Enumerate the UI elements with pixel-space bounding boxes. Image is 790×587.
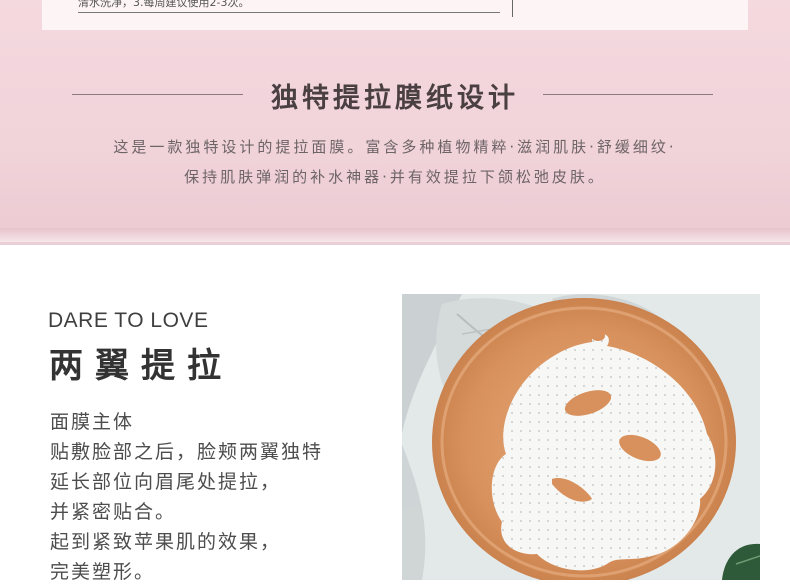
mask-product-photo — [402, 294, 760, 580]
feature-line: 起到紧致苹果肌的效果， — [50, 531, 282, 553]
banner-bottom-shade — [0, 228, 790, 242]
feature-english-title: DARE TO LOVE — [48, 309, 209, 332]
feature-line: 贴敷脸部之后，脸颊两翼独特 — [50, 441, 324, 463]
section-title: 独特提拉膜纸设计 — [271, 83, 519, 114]
note-underline — [78, 12, 500, 13]
usage-note: 清水洗净，3.每周建议使用2-3次。 — [78, 0, 250, 9]
product-illustration — [402, 294, 760, 580]
feature-title: 两翼提拉 — [49, 346, 233, 386]
feature-line: 完美塑形。 — [50, 561, 156, 583]
feature-description: 面膜主体 贴敷脸部之后，脸颊两翼独特 延长部位向眉尾处提拉， 并紧密贴合。 起到… — [50, 407, 323, 587]
divider-line — [512, 0, 513, 17]
pink-banner — [0, 0, 790, 245]
section-desc-line2: 保持肌肤弹润的补水神器·并有效提拉下颌松弛皮肤。 — [184, 168, 606, 186]
banner-bottom-line — [0, 242, 790, 245]
feature-line: 延长部位向眉尾处提拉， — [50, 471, 282, 493]
section-desc-line1: 这是一款独特设计的提拉面膜。富含多种植物精粹·滋润肌肤·舒缓细纹· — [113, 138, 677, 156]
feature-line: 面膜主体 — [50, 411, 135, 433]
feature-line: 并紧密贴合。 — [50, 501, 177, 523]
